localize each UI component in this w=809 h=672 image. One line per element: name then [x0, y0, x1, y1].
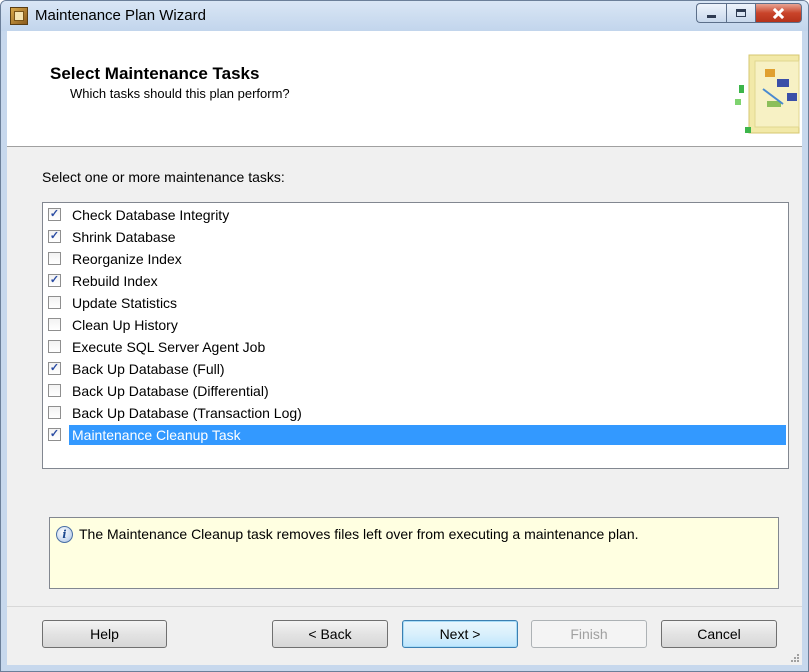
task-description-text: The Maintenance Cleanup task removes fil…: [79, 526, 639, 542]
task-item[interactable]: ✓ Back Up Database (Full): [45, 359, 786, 379]
task-checkbox[interactable]: [48, 252, 61, 265]
cancel-button[interactable]: Cancel: [661, 620, 777, 648]
task-checkbox[interactable]: [48, 318, 61, 331]
window-title: Maintenance Plan Wizard: [35, 7, 206, 24]
caption-buttons: [696, 3, 802, 25]
maximize-button[interactable]: [726, 3, 756, 23]
task-item[interactable]: ✓ Shrink Database: [45, 227, 786, 247]
task-label[interactable]: Maintenance Cleanup Task: [69, 425, 786, 445]
task-label[interactable]: Check Database Integrity: [69, 205, 232, 225]
task-item[interactable]: Reorganize Index: [45, 249, 786, 269]
task-label[interactable]: Execute SQL Server Agent Job: [69, 337, 268, 357]
task-item[interactable]: Clean Up History: [45, 315, 786, 335]
task-checkbox[interactable]: [48, 406, 61, 419]
wizard-header-graphic-icon: [735, 54, 800, 134]
task-checkbox[interactable]: ✓: [48, 428, 61, 441]
task-checkbox[interactable]: ✓: [48, 362, 61, 375]
resize-grip-icon[interactable]: [790, 653, 800, 663]
task-checkbox[interactable]: ✓: [48, 230, 61, 243]
finish-button[interactable]: Finish: [531, 620, 647, 648]
task-item[interactable]: ✓ Maintenance Cleanup Task: [45, 425, 786, 445]
task-checkbox[interactable]: [48, 340, 61, 353]
task-label[interactable]: Back Up Database (Transaction Log): [69, 403, 305, 423]
task-label[interactable]: Shrink Database: [69, 227, 179, 247]
wizard-header: Select Maintenance Tasks Which tasks sho…: [7, 31, 802, 147]
task-label[interactable]: Update Statistics: [69, 293, 180, 313]
info-icon: i: [56, 526, 73, 543]
task-checklist[interactable]: ✓ Check Database Integrity ✓ Shrink Data…: [42, 202, 789, 469]
task-description-box: i The Maintenance Cleanup task removes f…: [49, 517, 779, 589]
task-item[interactable]: Back Up Database (Differential): [45, 381, 786, 401]
wizard-body: Select one or more maintenance tasks: ✓ …: [7, 147, 802, 665]
task-checkbox[interactable]: ✓: [48, 274, 61, 287]
page-subtitle: Which tasks should this plan perform?: [70, 86, 290, 101]
next-button[interactable]: Next >: [402, 620, 518, 648]
close-button[interactable]: [756, 3, 802, 23]
button-divider: [7, 606, 802, 607]
back-button[interactable]: < Back: [272, 620, 388, 648]
task-list-label: Select one or more maintenance tasks:: [42, 169, 285, 185]
task-checkbox[interactable]: [48, 296, 61, 309]
task-label[interactable]: Back Up Database (Differential): [69, 381, 272, 401]
app-icon: [10, 7, 28, 25]
task-checkbox[interactable]: [48, 384, 61, 397]
task-label[interactable]: Clean Up History: [69, 315, 181, 335]
title-bar[interactable]: Maintenance Plan Wizard: [1, 1, 808, 31]
task-checkbox[interactable]: ✓: [48, 208, 61, 221]
help-button[interactable]: Help: [42, 620, 167, 648]
maintenance-plan-wizard-window: Maintenance Plan Wizard Select Maintenan…: [0, 0, 809, 672]
task-item[interactable]: Back Up Database (Transaction Log): [45, 403, 786, 423]
task-label[interactable]: Rebuild Index: [69, 271, 161, 291]
task-item[interactable]: ✓ Check Database Integrity: [45, 205, 786, 225]
task-item[interactable]: Execute SQL Server Agent Job: [45, 337, 786, 357]
minimize-button[interactable]: [696, 3, 726, 23]
task-item[interactable]: Update Statistics: [45, 293, 786, 313]
task-item[interactable]: ✓ Rebuild Index: [45, 271, 786, 291]
task-label[interactable]: Back Up Database (Full): [69, 359, 228, 379]
page-title: Select Maintenance Tasks: [50, 64, 260, 83]
task-label[interactable]: Reorganize Index: [69, 249, 185, 269]
